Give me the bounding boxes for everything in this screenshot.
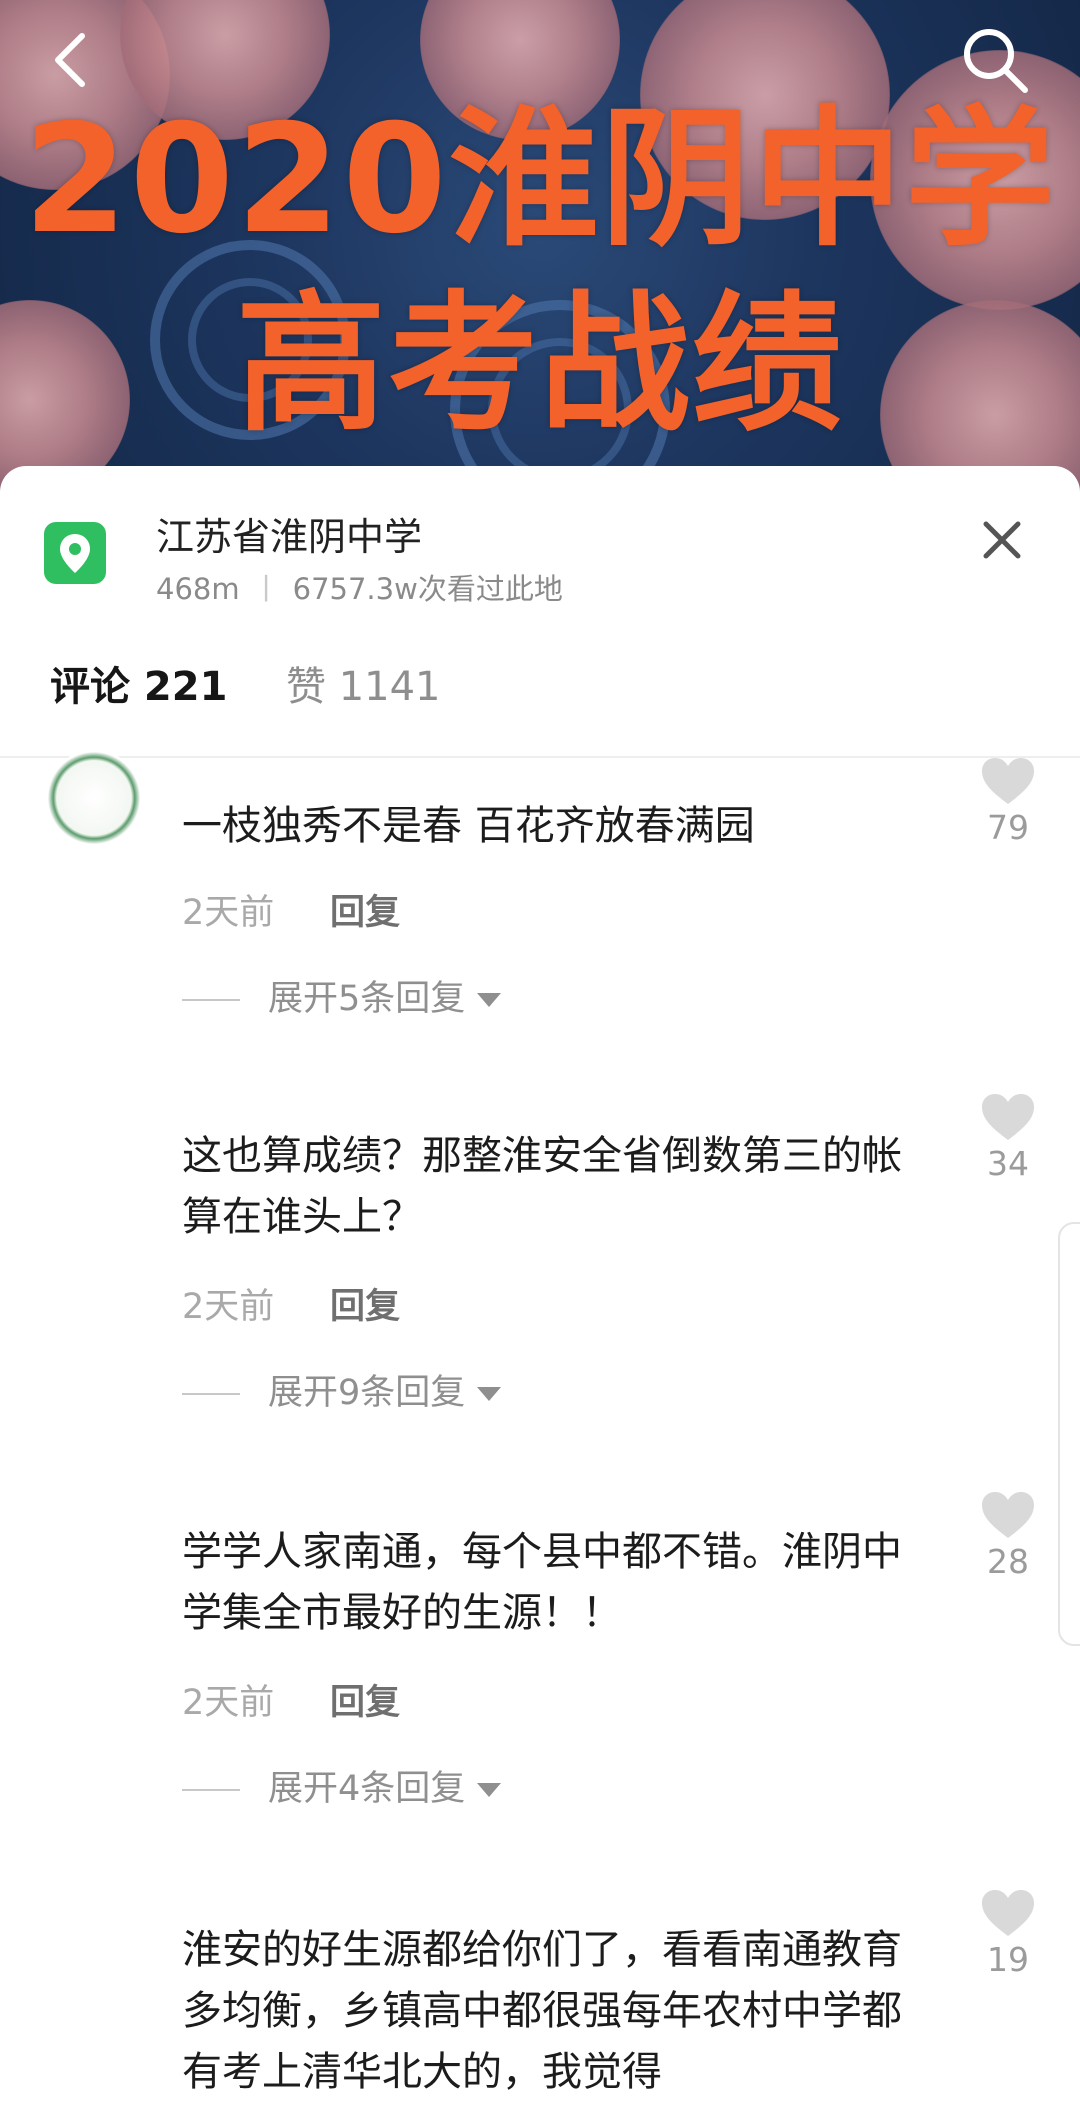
expand-replies-button[interactable]: 展开9条回复 <box>182 1364 502 1415</box>
like-button[interactable] <box>976 756 1040 810</box>
heart-icon <box>982 1890 1034 1936</box>
dash-line <box>182 1393 240 1395</box>
like-count: 19 <box>987 1940 1029 1979</box>
back-icon <box>55 33 85 87</box>
search-button[interactable] <box>955 20 1035 100</box>
location-pin-badge <box>44 522 106 584</box>
heart-icon <box>982 1492 1034 1538</box>
like-count: 34 <box>987 1144 1029 1183</box>
close-icon <box>983 521 1021 559</box>
back-button[interactable] <box>40 20 110 100</box>
expand-replies-label: 展开4条回复 <box>268 1769 466 1809</box>
chevron-down-icon <box>477 1387 502 1401</box>
heart-icon <box>982 1094 1034 1140</box>
dash-line <box>182 999 240 1001</box>
expand-replies-label: 展开5条回复 <box>268 979 466 1019</box>
hero-banner: 2020淮阴中学 高考战绩 <box>0 0 1080 500</box>
tab-likes[interactable]: 赞 1141 <box>286 654 441 712</box>
location-sheet: 江苏省淮阴中学 468m 丨 6757.3w次看过此地 评论 221 赞 1141 <box>0 466 1080 2106</box>
avatar[interactable] <box>46 750 142 846</box>
like-count: 79 <box>987 808 1029 847</box>
expand-replies-button[interactable]: 展开4条回复 <box>182 1760 502 1811</box>
divider <box>0 756 1080 758</box>
close-button[interactable] <box>976 514 1028 566</box>
like-count: 28 <box>987 1542 1029 1581</box>
expand-replies-button[interactable]: 展开5条回复 <box>182 970 502 1021</box>
reply-button[interactable]: 回复 <box>330 884 400 935</box>
chevron-down-icon <box>477 993 502 1007</box>
meta-separator: 丨 <box>251 572 281 606</box>
hero-title-line2: 高考战绩 <box>235 278 844 452</box>
reply-button[interactable]: 回复 <box>330 1674 400 1725</box>
comment-time: 2天前 <box>182 1683 275 1723</box>
tab-comments[interactable]: 评论 221 <box>50 654 227 712</box>
location-pin-icon <box>60 534 90 573</box>
search-icon <box>964 29 1028 93</box>
like-button[interactable] <box>976 1092 1040 1146</box>
place-name[interactable]: 江苏省淮阴中学 <box>156 506 422 561</box>
place-distance: 468m <box>156 572 240 606</box>
chevron-down-icon <box>477 1783 502 1797</box>
side-scroll-tab[interactable] <box>1058 1222 1080 1646</box>
heart-icon <box>982 758 1034 804</box>
place-views: 6757.3w次看过此地 <box>292 572 563 606</box>
hero-title-line1: 2020淮阴中学 <box>23 93 1057 267</box>
comment-text: 学学人家南通，每个县中都不错。淮阴中学集全市最好的生源！！ <box>182 1529 902 1636</box>
comment-text: 淮安的好生源都给你们了，看看南通教育多均衡，乡镇高中都很强每年农村中学都有考上清… <box>182 1927 902 2095</box>
comment-text: 一枝独秀不是春 百花齐放春满园 <box>182 803 755 849</box>
comment-time: 2天前 <box>182 1287 275 1327</box>
comment-text: 这也算成绩？那整淮安全省倒数第三的帐算在谁头上？ <box>182 1133 902 1240</box>
like-button[interactable] <box>976 1888 1040 1942</box>
expand-replies-label: 展开9条回复 <box>268 1373 466 1413</box>
place-meta: 468m 丨 6757.3w次看过此地 <box>156 566 563 608</box>
reply-button[interactable]: 回复 <box>330 1278 400 1329</box>
like-button[interactable] <box>976 1490 1040 1544</box>
dash-line <box>182 1789 240 1791</box>
comment-time: 2天前 <box>182 893 275 933</box>
